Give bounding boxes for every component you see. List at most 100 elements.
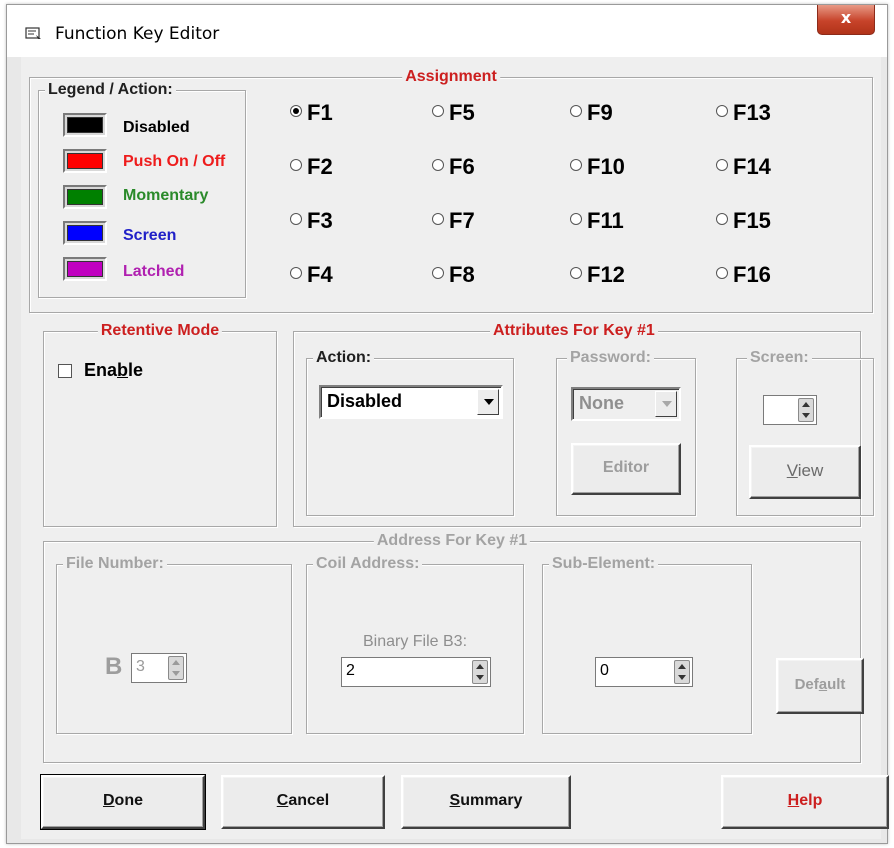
radio-f7[interactable]: F7 [432,208,475,234]
help-button[interactable]: Help [721,775,889,829]
disabled-swatch [63,113,107,137]
radio-f6[interactable]: F6 [432,154,475,180]
radio-f13[interactable]: F13 [716,100,771,126]
summary-button-hotkey: S [449,792,461,809]
spinner-arrows-icon[interactable] [168,656,184,680]
file-number-label: File Number: [63,555,167,573]
latched-legend-label: Latched [123,263,185,280]
title-bar[interactable]: Function Key Editor x [7,5,887,57]
radio-f8[interactable]: F8 [432,262,475,288]
default-button-hotkey: a [818,676,828,693]
radio-button-icon[interactable] [716,105,728,118]
radio-button-icon[interactable] [570,213,582,226]
screen-legend-label: Screen [123,227,177,244]
legend-action-title: Legend / Action: [45,81,176,99]
radio-f5[interactable]: F5 [432,100,475,126]
file-number-spinner[interactable]: 3 [131,653,187,683]
push-on-off-legend-label: Push On / Off [123,153,226,170]
radio-button-icon[interactable] [432,105,444,118]
coil-caption: Binary File B3: [362,633,468,650]
function-key-label: F1 [307,100,333,125]
done-button-label: one [114,792,143,809]
radio-f12[interactable]: F12 [570,262,625,288]
radio-button-icon[interactable] [716,159,728,172]
cancel-button-hotkey: C [276,792,289,809]
spinner-arrows-icon[interactable] [472,660,488,684]
radio-f11[interactable]: F11 [570,208,624,234]
enable-label-rest: le [128,360,144,380]
app-icon [25,27,41,39]
sub-element-value: 0 [600,662,609,679]
default-button-label-rest: ult [827,676,846,693]
radio-f2[interactable]: F2 [290,154,333,180]
done-button[interactable]: Done [40,774,206,830]
summary-button[interactable]: Summary [401,775,571,829]
view-button-label: iew [797,461,824,480]
radio-button-icon[interactable] [570,267,582,280]
radio-f14[interactable]: F14 [716,154,771,180]
function-key-label: F16 [733,262,771,287]
screen-spinner[interactable] [763,395,817,425]
radio-button-icon[interactable] [716,213,728,226]
radio-f10[interactable]: F10 [570,154,625,180]
function-key-label: F12 [587,262,625,287]
function-key-label: F8 [449,262,475,287]
radio-button-icon[interactable] [290,267,302,280]
function-key-label: F3 [307,208,333,233]
radio-f16[interactable]: F16 [716,262,771,288]
radio-button-icon[interactable] [432,159,444,172]
function-key-editor-window: Function Key Editor x Assignment Legend … [6,4,889,844]
radio-button-icon[interactable] [716,267,728,280]
momentary-swatch [63,185,107,209]
radio-f9[interactable]: F9 [570,100,613,126]
spinner-arrows-icon[interactable] [674,660,690,684]
radio-f4[interactable]: F4 [290,262,333,288]
default-button-label: Def [794,676,819,693]
radio-button-icon[interactable] [570,159,582,172]
coil-address-label: Coil Address: [313,555,423,573]
coil-address-spinner[interactable]: 2 [341,657,491,687]
spinner-arrows-icon[interactable] [798,398,814,422]
function-key-label: F5 [449,100,475,125]
screen-group: Screen: View [736,349,874,516]
password-label: Password: [567,349,654,367]
screen-swatch [63,221,107,245]
enable-checkbox[interactable] [58,364,72,378]
enable-label[interactable]: Enable [84,360,143,381]
radio-button-icon[interactable] [290,213,302,226]
function-key-label: F15 [733,208,771,233]
radio-f1[interactable]: F1 [290,100,333,126]
cancel-button-label: ancel [288,792,330,809]
window-title: Function Key Editor [55,24,220,44]
help-button-hotkey: H [787,792,800,809]
radio-button-icon[interactable] [570,105,582,118]
radio-button-icon[interactable] [290,105,302,118]
radio-f3[interactable]: F3 [290,208,333,234]
address-title: Address For Key #1 [373,532,531,550]
password-value: None [579,393,624,413]
action-dropdown[interactable]: Disabled [319,385,503,419]
enable-label-part: Ena [84,360,118,380]
push-on-off-swatch [63,149,107,173]
function-key-label: F4 [307,262,333,287]
chevron-down-icon[interactable] [477,389,499,415]
radio-f15[interactable]: F15 [716,208,771,234]
password-dropdown[interactable]: None [571,387,681,421]
radio-button-icon[interactable] [432,213,444,226]
disabled-legend-label: Disabled [123,119,190,136]
assignment-title: Assignment [402,68,500,86]
attributes-title: Attributes For Key #1 [490,322,658,340]
close-button[interactable]: x [817,5,875,35]
retentive-mode-group: Retentive Mode Enable [43,322,277,527]
function-key-label: F13 [733,100,771,125]
radio-button-icon[interactable] [432,267,444,280]
function-key-label: F6 [449,154,475,179]
editor-button[interactable]: Editor [571,443,681,495]
view-button[interactable]: View [749,445,861,499]
sub-element-spinner[interactable]: 0 [595,657,693,687]
chevron-down-icon[interactable] [655,391,677,417]
function-key-label: F10 [587,154,625,179]
radio-button-icon[interactable] [290,159,302,172]
cancel-button[interactable]: Cancel [221,775,385,829]
default-button[interactable]: Default [776,658,864,714]
